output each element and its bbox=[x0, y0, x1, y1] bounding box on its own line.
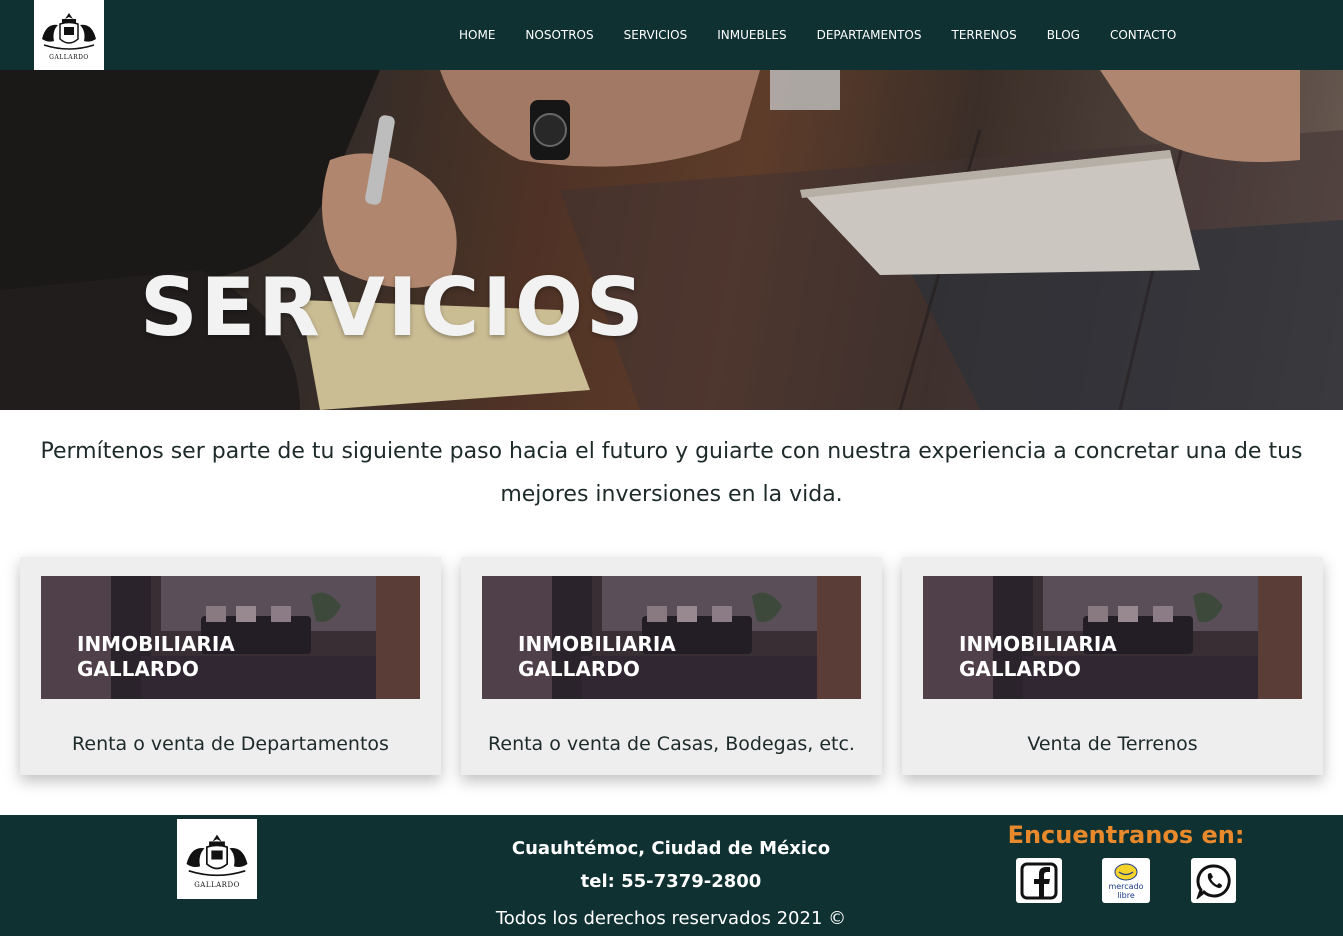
site-header: GALLARDO HOME NOSOTROS SERVICIOS INMUEBL… bbox=[0, 0, 1343, 70]
hero-banner: SERVICIOS bbox=[0, 70, 1343, 410]
card-image: INMOBILIARIA GALLARDO bbox=[482, 576, 861, 699]
nav-departamentos[interactable]: DEPARTAMENTOS bbox=[802, 28, 937, 42]
crest-icon bbox=[42, 13, 96, 50]
card-caption: Renta o venta de Departamentos bbox=[72, 733, 389, 755]
svg-text:mercado: mercado bbox=[1108, 882, 1143, 891]
card-image: INMOBILIARIA GALLARDO bbox=[923, 576, 1302, 699]
whatsapp-icon bbox=[1195, 863, 1231, 899]
card-image-label-line2: GALLARDO bbox=[518, 657, 640, 681]
nav-inmuebles[interactable]: INMUEBLES bbox=[702, 28, 801, 42]
card-image: INMOBILIARIA GALLARDO bbox=[41, 576, 420, 699]
card-image-label: INMOBILIARIA GALLARDO bbox=[77, 632, 235, 682]
mercado-libre-icon: mercado libre bbox=[1108, 863, 1144, 900]
service-card-terrenos[interactable]: INMOBILIARIA GALLARDO Venta de Terrenos bbox=[902, 557, 1323, 775]
card-image-label: INMOBILIARIA GALLARDO bbox=[518, 632, 676, 682]
hero-title: SERVICIOS bbox=[140, 261, 647, 354]
site-footer: GALLARDO Cuauhtémoc, Ciudad de México te… bbox=[0, 815, 1343, 936]
card-image-label: INMOBILIARIA GALLARDO bbox=[959, 632, 1117, 682]
whatsapp-link[interactable] bbox=[1191, 858, 1236, 903]
footer-logo[interactable]: GALLARDO bbox=[177, 819, 257, 899]
service-card-casas-bodegas[interactable]: INMOBILIARIA GALLARDO Renta o venta de C… bbox=[461, 557, 882, 775]
nav-home[interactable]: HOME bbox=[444, 28, 510, 42]
intro-text: Permítenos ser parte de tu siguiente pas… bbox=[40, 439, 1303, 507]
logo-wordmark: GALLARDO bbox=[49, 54, 89, 61]
card-image-label-line2: GALLARDO bbox=[77, 657, 199, 681]
card-caption: Venta de Terrenos bbox=[1027, 733, 1198, 755]
nav-nosotros[interactable]: NOSOTROS bbox=[510, 28, 608, 42]
footer-contact: Cuauhtémoc, Ciudad de México tel: 55-737… bbox=[471, 832, 871, 898]
card-image-label-line2: GALLARDO bbox=[959, 657, 1081, 681]
card-image-label-line1: INMOBILIARIA bbox=[77, 632, 235, 656]
card-image-label-line1: INMOBILIARIA bbox=[959, 632, 1117, 656]
mercado-libre-link[interactable]: mercado libre bbox=[1102, 858, 1150, 903]
card-image-label-line1: INMOBILIARIA bbox=[518, 632, 676, 656]
nav-servicios[interactable]: SERVICIOS bbox=[609, 28, 703, 42]
footer-address: Cuauhtémoc, Ciudad de México bbox=[511, 838, 831, 859]
service-card-departamentos[interactable]: INMOBILIARIA GALLARDO Renta o venta de D… bbox=[20, 557, 441, 775]
nav-contacto[interactable]: CONTACTO bbox=[1095, 28, 1191, 42]
crest-icon bbox=[186, 834, 248, 876]
logo-wordmark: GALLARDO bbox=[194, 880, 240, 889]
facebook-link[interactable] bbox=[1016, 858, 1062, 903]
hero-photo bbox=[0, 70, 1343, 410]
nav-terrenos[interactable]: TERRENOS bbox=[936, 28, 1031, 42]
nav-blog[interactable]: BLOG bbox=[1032, 28, 1095, 42]
card-caption: Renta o venta de Casas, Bodegas, etc. bbox=[488, 733, 855, 755]
footer-phone[interactable]: tel: 55-7379-2800 bbox=[471, 865, 871, 898]
footer-copyright: Todos los derechos reservados 2021 © bbox=[495, 908, 847, 929]
facebook-icon bbox=[1020, 862, 1058, 899]
site-logo[interactable]: GALLARDO bbox=[34, 0, 104, 70]
svg-text:libre: libre bbox=[1117, 891, 1135, 900]
find-us-heading: Encuentranos en: bbox=[1007, 821, 1245, 849]
main-nav: HOME NOSOTROS SERVICIOS INMUEBLES DEPART… bbox=[444, 0, 1191, 70]
